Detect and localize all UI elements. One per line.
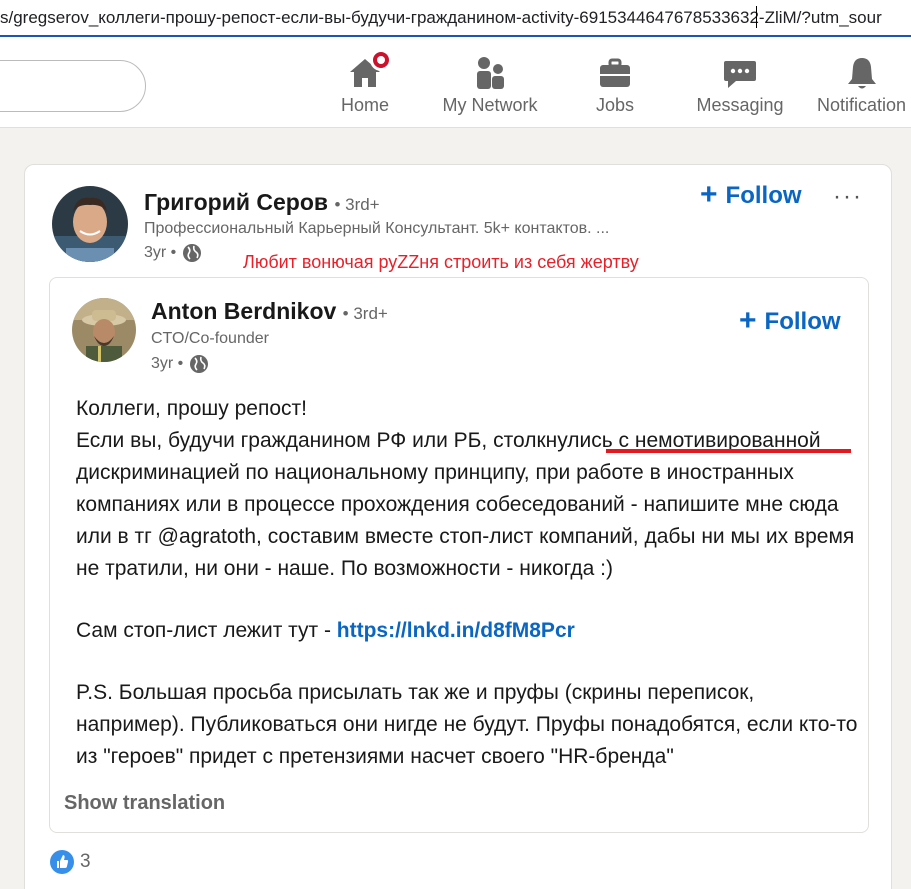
nav-home[interactable]: Home [330, 49, 400, 121]
nav-notifications-label: Notification [816, 95, 907, 115]
stop-list-prefix: Сам стоп-лист лежит тут - [76, 619, 337, 642]
post-meta: 3yr • [144, 243, 202, 263]
author-avatar[interactable] [52, 186, 128, 262]
network-icon [472, 55, 508, 91]
nav-my-network-label: My Network [442, 95, 538, 115]
shared-follow-label: Follow [764, 308, 841, 335]
shared-author-name-text[interactable]: Anton Berdnikov [151, 298, 336, 324]
nav-messaging-label: Messaging [696, 95, 784, 115]
shared-author-avatar[interactable] [72, 298, 136, 362]
reactions-count: 3 [80, 851, 91, 872]
post-greeting: Коллеги, прошу репост! [76, 397, 307, 420]
stop-list-link[interactable]: https://lnkd.in/d8fM8Pcr [337, 619, 575, 642]
author-headline: Профессиональный Карьерный Консультант. … [144, 220, 610, 237]
shared-author-name[interactable]: Anton Berdnikov • 3rd+ [151, 298, 388, 325]
globe-icon [182, 243, 202, 263]
messaging-icon [722, 55, 758, 91]
author-name-text[interactable]: Григорий Серов [144, 189, 328, 215]
shared-author-headline: CTO/Co-founder [151, 330, 269, 347]
search-input[interactable] [0, 60, 146, 112]
red-underline-annotation [606, 449, 851, 453]
feed-post: Григорий Серов • 3rd+ Профессиональный К… [24, 164, 892, 889]
post-paragraph-2: Сам стоп-лист лежит тут - https://lnkd.i… [76, 615, 866, 647]
nav-home-label: Home [340, 95, 389, 115]
notification-badge [370, 49, 392, 71]
reactions-summary[interactable]: 3 [50, 850, 91, 874]
like-icon [50, 850, 74, 874]
nav-jobs[interactable]: Jobs [590, 55, 640, 121]
follow-button[interactable]: + Follow [700, 178, 802, 211]
plus-icon: + [700, 178, 718, 211]
shared-connection-degree: • 3rd+ [342, 304, 388, 323]
plus-icon: + [739, 304, 757, 337]
nav-jobs-label: Jobs [595, 95, 635, 115]
nav-messaging[interactable]: Messaging [692, 55, 788, 121]
follow-label: Follow [725, 182, 802, 209]
top-navigation: Home My Network Jobs Messaging Notificat… [0, 37, 911, 128]
shared-post-meta: 3yr • [151, 354, 209, 374]
more-options-button[interactable]: ··· [833, 183, 863, 211]
nav-notifications[interactable]: Notification [812, 55, 911, 121]
shared-post-time: 3yr • [151, 355, 184, 372]
globe-icon [189, 354, 209, 374]
url-text[interactable]: s/gregserov_коллеги-прошу-репост-если-вы… [0, 8, 882, 28]
annotation-text: Любит вонючая руZZня строить из себя жер… [243, 252, 639, 272]
home-icon [347, 49, 392, 91]
shared-post[interactable]: Anton Berdnikov • 3rd+ CTO/Co-founder 3y… [49, 277, 869, 833]
text-caret [756, 6, 757, 28]
connection-degree: • 3rd+ [334, 195, 380, 214]
author-name[interactable]: Григорий Серов • 3rd+ [144, 189, 380, 216]
browser-address-bar[interactable]: s/gregserov_коллеги-прошу-репост-если-вы… [0, 0, 911, 37]
show-translation-button[interactable]: Show translation [64, 792, 225, 815]
bell-icon [844, 55, 880, 91]
post-paragraph-3: P.S. Большая просьба присылать так же и … [76, 681, 858, 768]
shared-follow-button[interactable]: + Follow [739, 304, 841, 337]
post-time: 3yr • [144, 244, 177, 261]
nav-my-network[interactable]: My Network [436, 55, 544, 121]
briefcase-icon [597, 55, 633, 91]
